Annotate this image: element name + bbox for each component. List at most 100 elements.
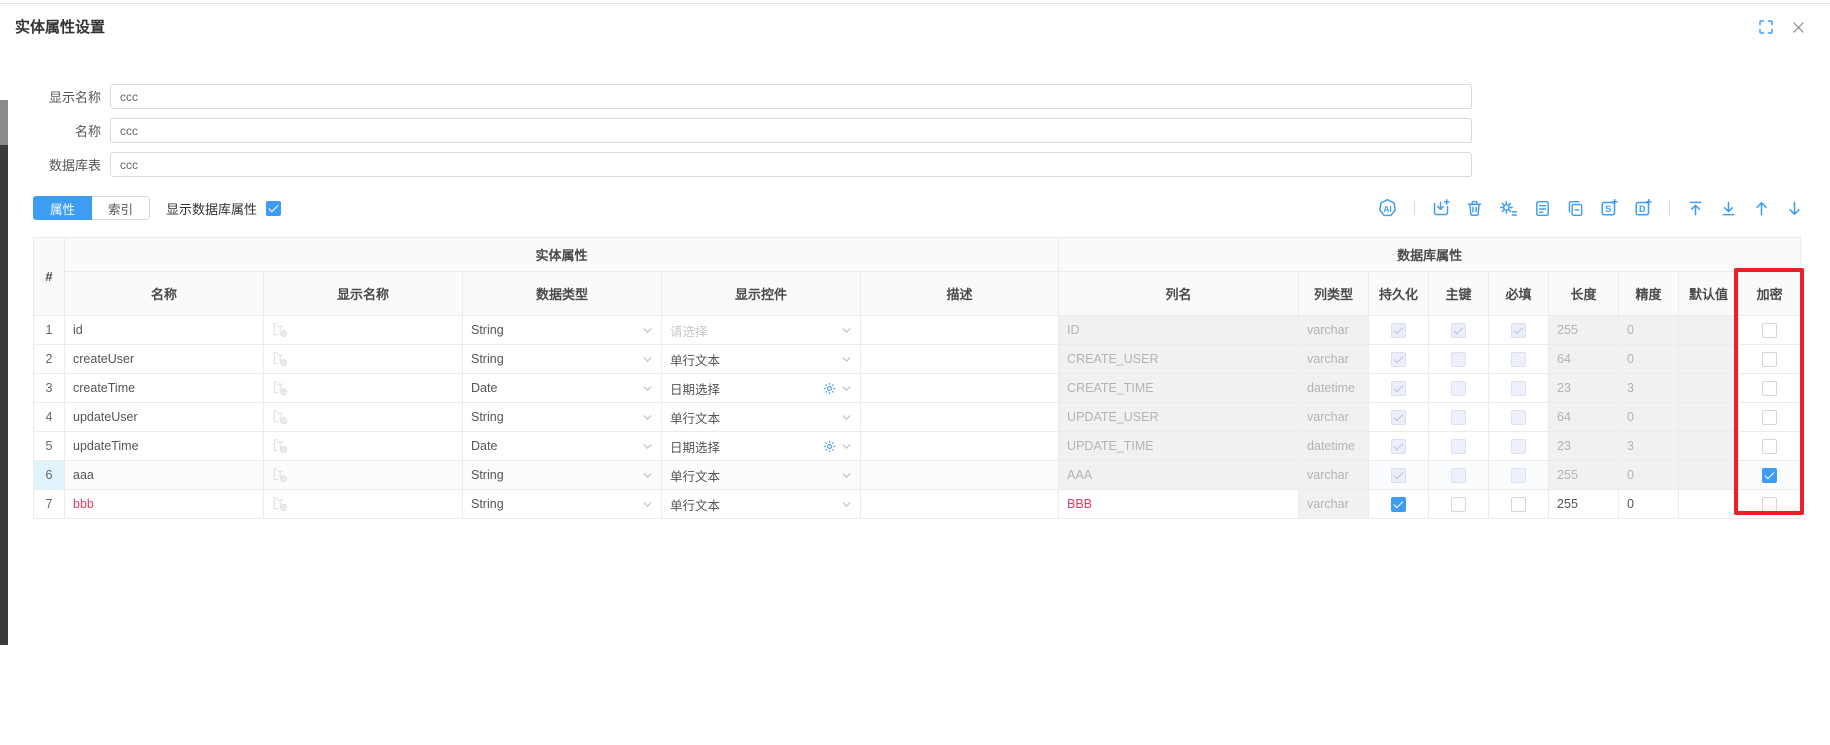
encrypt-checkbox[interactable] [1762, 351, 1778, 367]
tab-index[interactable]: 索引 [92, 196, 151, 220]
name-cell[interactable]: updateUser [64, 402, 264, 432]
display-name-cell[interactable] [263, 344, 463, 374]
encrypt-checkbox[interactable] [1762, 438, 1778, 454]
description-cell[interactable] [859, 431, 1060, 461]
encrypt-checkbox[interactable] [1738, 344, 1802, 374]
control-select[interactable]: 单行文本 [661, 402, 861, 432]
column-name-cell: CREATE_USER [1058, 344, 1300, 374]
data-type-select[interactable]: Date [462, 431, 662, 461]
display-name-cell[interactable] [263, 402, 463, 432]
data-type-select[interactable]: Date [462, 373, 662, 403]
persist-checkbox[interactable] [1368, 489, 1430, 519]
encrypt-checkbox[interactable] [1762, 322, 1778, 338]
precision-cell: 0 [1618, 344, 1680, 374]
display-name-cell[interactable] [263, 489, 463, 519]
column-type-cell: varchar [1298, 344, 1370, 374]
data-type-select[interactable]: String [462, 460, 662, 490]
name-cell[interactable]: aaa [64, 460, 264, 490]
required-checkbox[interactable] [1488, 489, 1550, 519]
db-table-label: 数据库表 [48, 158, 101, 173]
encrypt-checkbox[interactable] [1738, 431, 1802, 461]
control-select[interactable]: 单行文本 [661, 489, 861, 519]
name-label: 名称 [74, 124, 101, 139]
encrypt-checkbox[interactable] [1762, 467, 1778, 483]
default-value-cell [1678, 344, 1740, 374]
control-select[interactable]: 请选择 [661, 315, 861, 345]
encrypt-checkbox[interactable] [1762, 380, 1778, 396]
required-checkbox [1488, 315, 1550, 345]
delete-icon[interactable] [1465, 199, 1484, 218]
description-cell[interactable] [859, 402, 1060, 432]
primary-key-checkbox[interactable] [1451, 496, 1467, 512]
chevron-down-icon [642, 412, 653, 423]
data-type-select[interactable]: String [462, 315, 662, 345]
col-header-default: 默认值 [1678, 271, 1740, 316]
name-cell[interactable]: bbb [64, 489, 264, 519]
description-cell[interactable] [859, 489, 1060, 519]
show-db-props-checkbox[interactable] [266, 200, 282, 216]
encrypt-checkbox[interactable] [1738, 489, 1802, 519]
name-cell[interactable]: createTime [64, 373, 264, 403]
display-name-cell[interactable] [263, 431, 463, 461]
description-cell[interactable] [859, 460, 1060, 490]
encrypt-checkbox[interactable] [1738, 373, 1802, 403]
persist-checkbox [1391, 351, 1407, 367]
col-header-length: 长度 [1548, 271, 1620, 316]
ai-icon[interactable]: AI [1377, 198, 1398, 219]
db-table-field[interactable] [110, 152, 1472, 177]
settings-list-icon[interactable] [1498, 198, 1519, 219]
control-select[interactable]: 日期选择 [661, 431, 861, 461]
display-name-cell[interactable] [263, 373, 463, 403]
table-row: 2 createUser String 单行文本 CREATE_USER varchar 6… [33, 344, 1802, 374]
encrypt-checkbox[interactable] [1762, 496, 1778, 512]
name-cell[interactable]: id [64, 315, 264, 345]
display-name-cell[interactable] [263, 315, 463, 345]
precision-cell: 0 [1618, 402, 1680, 432]
gear-icon[interactable] [823, 382, 836, 395]
move-bottom-icon[interactable] [1719, 199, 1738, 218]
name-field[interactable] [110, 118, 1472, 143]
description-cell[interactable] [859, 373, 1060, 403]
encrypt-checkbox[interactable] [1738, 402, 1802, 432]
precision-cell: 0 [1618, 460, 1680, 490]
length-cell[interactable]: 255 [1548, 489, 1620, 519]
add-s-icon[interactable]: S [1599, 198, 1619, 218]
chevron-down-icon [841, 383, 852, 394]
encrypt-checkbox[interactable] [1738, 315, 1802, 345]
encrypt-checkbox[interactable] [1738, 460, 1802, 490]
description-cell[interactable] [859, 344, 1060, 374]
name-cell[interactable]: updateTime [64, 431, 264, 461]
chevron-down-icon [642, 383, 653, 394]
chevron-down-icon [642, 354, 653, 365]
name-cell[interactable]: createUser [64, 344, 264, 374]
column-name-cell[interactable]: BBB [1058, 489, 1300, 519]
control-select[interactable]: 日期选择 [661, 373, 861, 403]
gear-icon[interactable] [823, 440, 836, 453]
data-type-select[interactable]: String [462, 344, 662, 374]
close-icon[interactable] [1791, 20, 1806, 35]
required-checkbox[interactable] [1511, 496, 1527, 512]
move-down-icon[interactable] [1785, 199, 1804, 218]
description-cell[interactable] [859, 315, 1060, 345]
insert-row-icon[interactable] [1431, 198, 1451, 218]
default-value-cell[interactable] [1678, 489, 1740, 519]
control-select[interactable]: 单行文本 [661, 460, 861, 490]
add-d-icon[interactable]: D [1633, 198, 1653, 218]
display-name-cell[interactable] [263, 460, 463, 490]
encrypt-checkbox[interactable] [1762, 409, 1778, 425]
i18n-text-icon [272, 351, 288, 367]
data-type-select[interactable]: String [462, 402, 662, 432]
tab-attributes[interactable]: 属性 [33, 196, 93, 220]
primary-key-checkbox[interactable] [1428, 489, 1490, 519]
top-divider [0, 3, 1830, 4]
control-select[interactable]: 单行文本 [661, 344, 861, 374]
move-top-icon[interactable] [1686, 199, 1705, 218]
data-type-select[interactable]: String [462, 489, 662, 519]
persist-checkbox[interactable] [1391, 496, 1407, 512]
fullscreen-icon[interactable] [1758, 19, 1774, 35]
display-name-field[interactable] [110, 84, 1472, 109]
precision-cell[interactable]: 0 [1618, 489, 1680, 519]
document-icon[interactable] [1533, 199, 1552, 218]
move-up-icon[interactable] [1752, 199, 1771, 218]
copy-icon[interactable] [1566, 199, 1585, 218]
